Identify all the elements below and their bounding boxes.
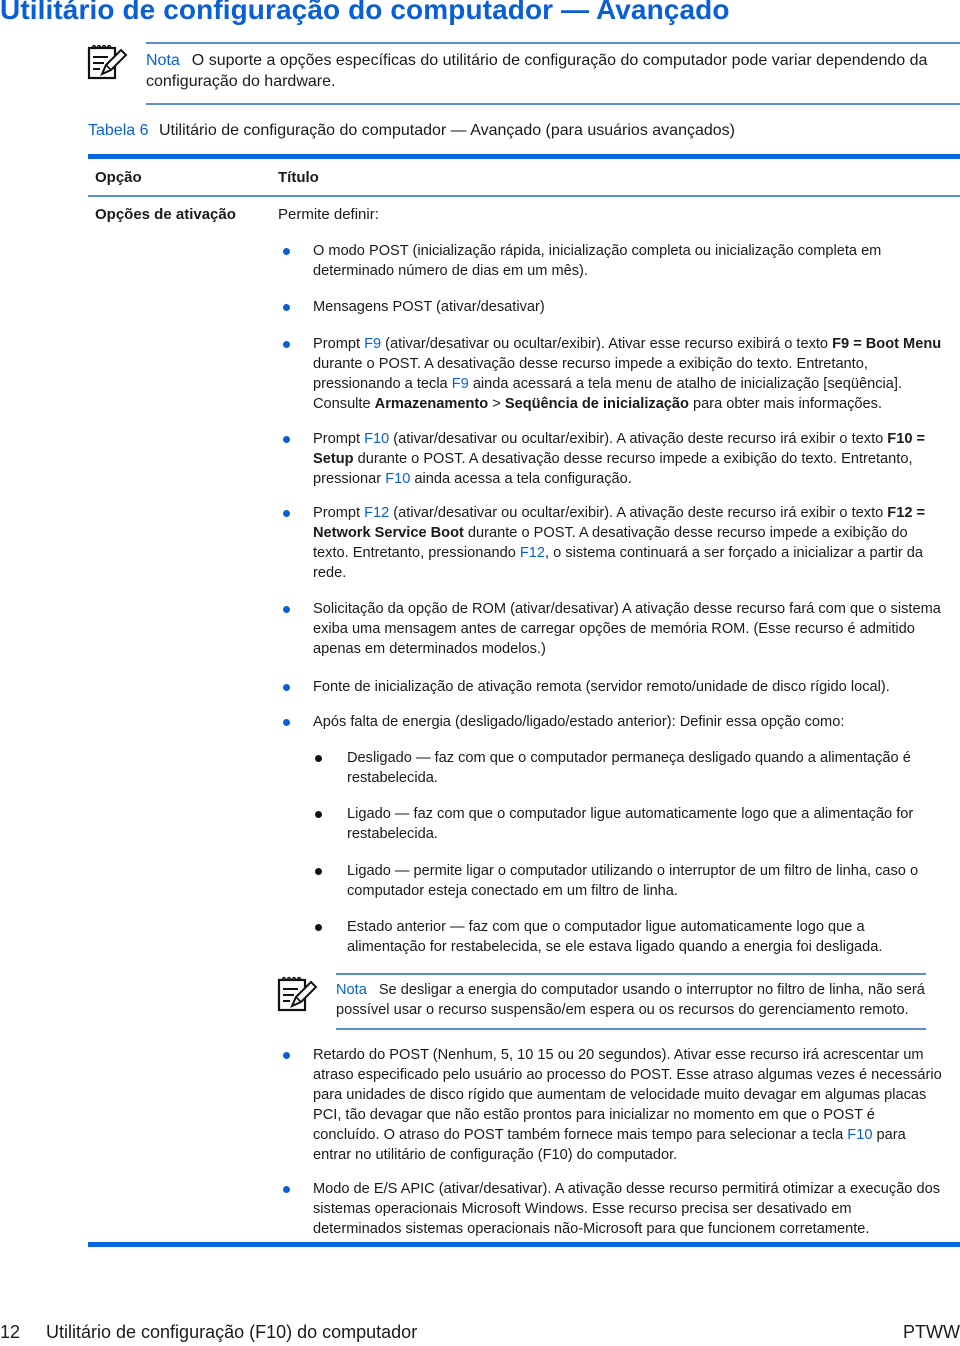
key-name: F10 [364, 431, 390, 447]
note-label: Nota [336, 982, 367, 998]
item-text: Ligado — faz com que o computador ligue … [347, 806, 914, 842]
sub-list-item: Ligado — faz com que o computador ligue … [315, 804, 947, 844]
item-text: ainda acessa a tela configuração. [410, 471, 632, 487]
key-name: F12 [519, 545, 546, 561]
note-text: O suporte a opções específicas do utilit… [146, 52, 928, 90]
bullet-icon [283, 684, 290, 691]
bullet-icon [283, 719, 290, 726]
item-text: Ligado — permite ligar o computador util… [347, 863, 919, 899]
bullet-icon [283, 304, 290, 311]
item-text: Após falta de energia (desligado/ligado/… [313, 714, 845, 730]
bullet-icon [283, 436, 290, 443]
bullet-icon [283, 606, 290, 613]
list-item: Fonte de inicialização de ativação remot… [283, 677, 943, 697]
row-intro-text: Permite definir: [278, 206, 379, 223]
item-text: Solicitação da opção de ROM (ativar/desa… [313, 601, 941, 657]
bullet-icon [283, 1052, 290, 1059]
item-text: Fonte de inicialização de ativação remot… [313, 679, 890, 695]
item-text: Mensagens POST (ativar/desativar) [313, 299, 545, 315]
header-divider [88, 195, 960, 197]
note-text: Se desligar a energia do computador usan… [336, 982, 925, 1018]
table-caption-text: Utilitário de configuração do computador… [158, 122, 735, 139]
key-name: F10 [385, 471, 411, 487]
note-pencil-icon [277, 976, 318, 1012]
sub-list-item: Ligado — permite ligar o computador util… [315, 861, 947, 901]
item-text: (ativar/desativar ou ocultar/exibir). A … [389, 505, 888, 521]
emphasis-text: Armazenamento [374, 396, 489, 412]
column-header-title: Título [278, 169, 319, 186]
note-inner: Nota Se desligar a energia do computador … [276, 970, 926, 1032]
footer-section-title: Utilitário de configuração (F10) do comp… [46, 1322, 418, 1342]
list-item: Retardo do POST (Nenhum, 5, 10 15 ou 20 … [283, 1045, 943, 1165]
list-item: Prompt F12 (ativar/desativar ou ocultar/… [283, 503, 943, 583]
table-top-bar [88, 154, 960, 159]
item-text: Prompt [313, 336, 365, 352]
item-text: Prompt [313, 505, 365, 521]
item-text: > [488, 396, 505, 412]
key-name: F9 [364, 336, 382, 352]
item-text: (ativar/desativar ou ocultar/exibir). A … [389, 431, 888, 447]
item-text: Prompt [313, 431, 365, 447]
item-text: Desligado — faz com que o computador per… [347, 750, 911, 786]
list-item: Prompt F10 (ativar/desativar ou ocultar/… [283, 429, 943, 489]
emphasis-text: F9 = Boot Menu [832, 336, 942, 352]
item-text: Modo de E/S APIC (ativar/desativar). A a… [313, 1181, 941, 1237]
bullet-icon [315, 811, 322, 818]
item-text: Estado anterior — faz com que o computad… [347, 919, 883, 955]
item-text: O modo POST (inicialização rápida, inici… [313, 243, 882, 279]
bullet-icon [315, 868, 322, 875]
key-name: F10 [847, 1127, 873, 1143]
list-item: Mensagens POST (ativar/desativar) [283, 297, 943, 317]
item-text: para obter mais informações. [688, 396, 883, 412]
key-name: F12 [364, 505, 390, 521]
bullet-icon [315, 755, 322, 762]
item-text: (ativar/desativar ou ocultar/exibir). At… [381, 336, 833, 352]
note-label: Nota [146, 52, 180, 69]
bullet-icon [283, 510, 290, 517]
note-pencil-icon [87, 44, 128, 80]
list-item: Modo de E/S APIC (ativar/desativar). A a… [283, 1179, 943, 1239]
footer-locale: PTWW [903, 1322, 960, 1342]
key-name: F9 [451, 376, 469, 392]
page-title: Utilitário de configuração do computador… [0, 0, 730, 25]
bullet-icon [283, 248, 290, 255]
emphasis-text: Seqüência de inicialização [504, 396, 689, 412]
bullet-icon [283, 1186, 290, 1193]
bullet-icon [283, 341, 290, 348]
list-item: O modo POST (inicialização rápida, inici… [283, 241, 943, 281]
bullet-icon [315, 924, 322, 931]
list-item: Após falta de energia (desligado/ligado/… [283, 712, 943, 732]
sub-list-item: Estado anterior — faz com que o computad… [315, 917, 947, 957]
row-option-name: Opções de ativação [95, 206, 236, 223]
note-top: Nota O suporte a opções específicas do ut… [86, 40, 960, 105]
table-number: Tabela 6 [88, 122, 149, 139]
table-bottom-bar [88, 1242, 960, 1247]
list-item: Prompt F9 (ativar/desativar ou ocultar/e… [283, 334, 943, 414]
sub-list-item: Desligado — faz com que o computador per… [315, 748, 947, 788]
footer-page-number: 12 [0, 1322, 21, 1342]
column-header-option: Opção [95, 169, 142, 186]
table-caption: Tabela 6 Utilitário de configuração do c… [88, 122, 735, 140]
list-item: Solicitação da opção de ROM (ativar/desa… [283, 599, 943, 659]
